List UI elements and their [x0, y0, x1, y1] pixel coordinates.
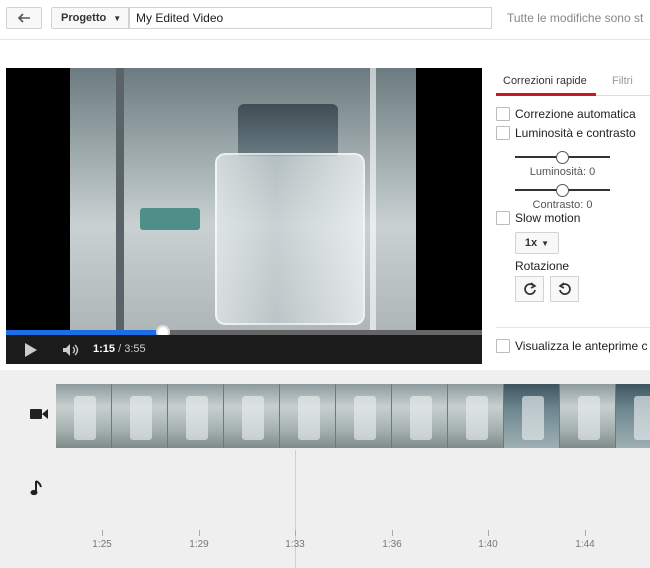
contrast-slider[interactable]: [515, 184, 610, 197]
timeline-thumbnail: [224, 384, 280, 448]
brightness-contrast-label: Luminosità e contrasto: [515, 126, 636, 140]
timeline-thumbnail: [448, 384, 504, 448]
brightness-contrast-checkbox[interactable]: [496, 126, 510, 140]
timeline-thumbnail: [168, 384, 224, 448]
volume-icon[interactable]: [62, 343, 82, 357]
brightness-contrast-option[interactable]: Luminosità e contrasto: [496, 126, 636, 140]
audio-track[interactable]: [56, 458, 650, 528]
timeline-thumbnail: [56, 384, 112, 448]
ruler-tick-label: 1:33: [285, 539, 305, 550]
speed-value: 1x: [524, 237, 538, 249]
duration: 3:55: [124, 343, 146, 355]
ruler-tick: [295, 530, 296, 536]
time-display: 1:15 / 3:55: [93, 343, 146, 355]
timeline-thumbnail: [336, 384, 392, 448]
player-controls: 1:15 / 3:55: [6, 335, 482, 364]
slow-motion-option[interactable]: Slow motion: [496, 211, 580, 225]
back-button[interactable]: [6, 7, 42, 29]
enhancement-tabs: Correzioni rapide Filtri: [496, 68, 650, 96]
ruler-tick-label: 1:44: [575, 539, 595, 550]
brightness-label: Luminosità: 0: [529, 166, 596, 178]
rotate-right-icon: [557, 282, 571, 295]
editor-toolbar: Progetto ▼ Tutte le modifiche sono st: [0, 0, 650, 40]
video-player[interactable]: 1:15 / 3:55: [6, 68, 482, 364]
rotation-label: Rotazione: [515, 259, 570, 273]
slow-motion-label: Slow motion: [515, 211, 581, 225]
ruler-tick: [199, 530, 200, 536]
time-separator: /: [115, 343, 125, 355]
preview-label: Visualizza le anteprime c: [515, 339, 648, 353]
video-track[interactable]: [56, 384, 650, 448]
timeline-thumbnail: [504, 384, 560, 448]
timeline-thumbnail: [280, 384, 336, 448]
ruler-tick-label: 1:25: [92, 539, 112, 550]
ruler-tick: [102, 530, 103, 536]
chevron-down-icon: ▼: [113, 13, 122, 23]
preview-checkbox[interactable]: [496, 339, 510, 353]
timeline-ruler: 1:25 1:29 1:33 1:36 1:40 1:44: [56, 530, 650, 568]
chevron-down-icon: ▼: [541, 238, 550, 248]
panel-divider: [496, 327, 650, 328]
back-arrow-icon: [17, 13, 30, 23]
ruler-tick: [585, 530, 586, 536]
tab-quick-fixes[interactable]: Correzioni rapide: [503, 75, 587, 87]
timeline-thumbnail: [560, 384, 616, 448]
preview-option[interactable]: Visualizza le anteprime c: [496, 339, 648, 353]
timeline-thumbnail: [112, 384, 168, 448]
rotate-left-button[interactable]: [515, 276, 544, 302]
ruler-tick: [392, 530, 393, 536]
save-status: Tutte le modifiche sono st: [507, 11, 644, 25]
rotate-right-button[interactable]: [550, 276, 579, 302]
timeline: 1:25 1:29 1:33 1:36 1:40 1:44: [0, 370, 650, 568]
auto-fix-label: Correzione automatica: [515, 107, 636, 121]
contrast-slider-knob[interactable]: [556, 184, 569, 197]
project-menu-label: Progetto: [61, 12, 107, 24]
contrast-label: Contrasto: 0: [532, 199, 593, 211]
music-note-icon: [30, 480, 42, 496]
brightness-slider-knob[interactable]: [556, 151, 569, 164]
timeline-thumbnail: [392, 384, 448, 448]
tab-filters[interactable]: Filtri: [612, 75, 633, 87]
ruler-tick-label: 1:40: [478, 539, 498, 550]
video-title-input[interactable]: [129, 7, 492, 29]
ruler-tick-label: 1:36: [382, 539, 402, 550]
current-time: 1:15: [93, 343, 116, 355]
timeline-thumbnail: [616, 384, 650, 448]
ruler-tick-label: 1:29: [189, 539, 209, 550]
ruler-tick: [488, 530, 489, 536]
speed-dropdown[interactable]: 1x ▼: [515, 232, 559, 254]
auto-fix-option[interactable]: Correzione automatica: [496, 107, 636, 121]
active-tab-indicator: [496, 93, 596, 96]
project-menu-button[interactable]: Progetto ▼: [51, 7, 129, 29]
slow-motion-checkbox[interactable]: [496, 211, 510, 225]
video-frame: [70, 68, 416, 330]
brightness-slider[interactable]: [515, 151, 610, 164]
auto-fix-checkbox[interactable]: [496, 107, 510, 121]
video-camera-icon: [30, 409, 48, 419]
play-icon[interactable]: [24, 342, 38, 358]
rotate-left-icon: [523, 282, 537, 295]
